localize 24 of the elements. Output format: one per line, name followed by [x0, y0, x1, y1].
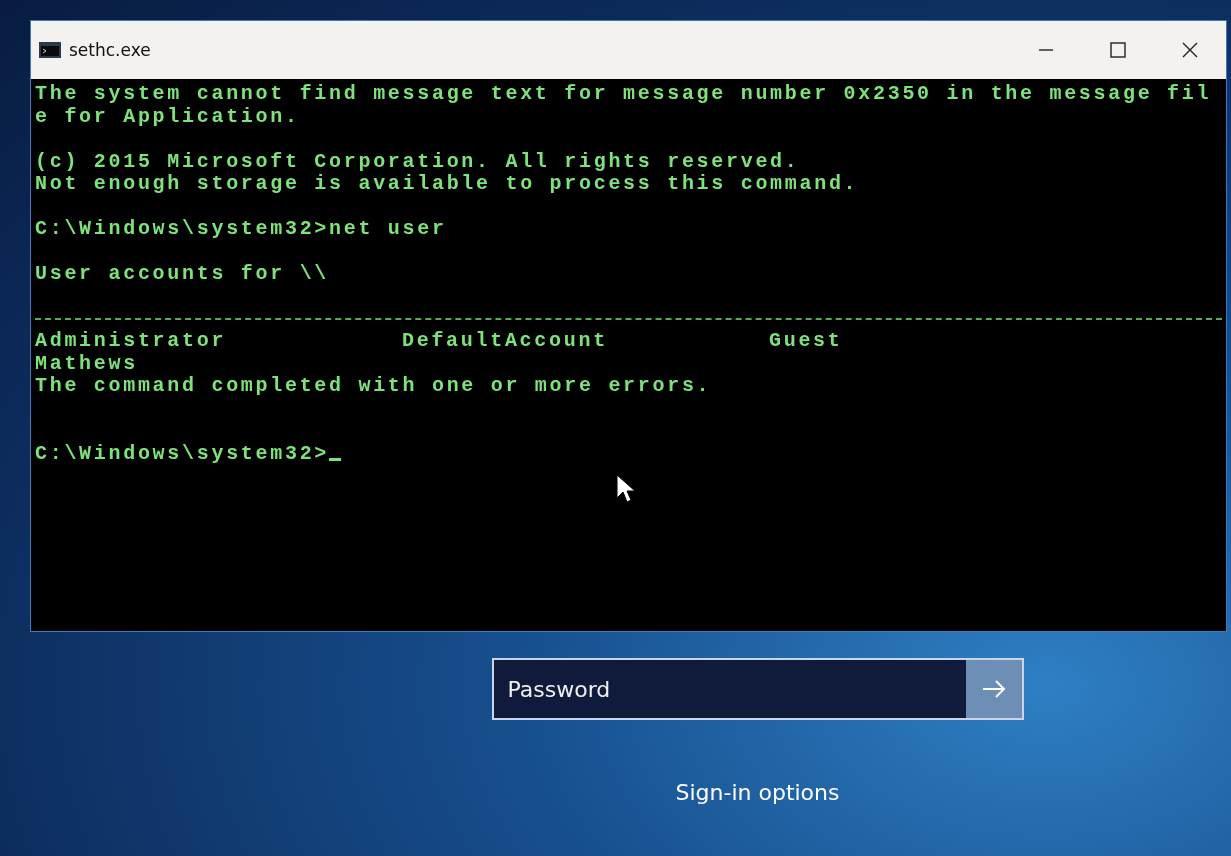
password-box[interactable]: Password	[491, 658, 1024, 720]
console-line: The command completed with one or more errors.	[35, 375, 713, 398]
account-name: Administrator	[35, 330, 228, 353]
sign-in-options-link[interactable]: Sign-in options	[675, 780, 840, 805]
mouse-pointer-icon	[616, 474, 636, 504]
console-line: Mathews	[35, 352, 139, 375]
account-name: Guest	[769, 330, 844, 353]
console-line: e for Application.	[35, 105, 301, 128]
text-cursor	[329, 458, 342, 461]
password-field[interactable]: Password	[493, 660, 966, 718]
minimize-icon	[1039, 49, 1053, 51]
console-line: User accounts for \\	[35, 263, 331, 286]
console-line: Not enough storage is available to process this command.	[35, 173, 860, 196]
console-line: C:\Windows\system32>net user	[35, 218, 448, 241]
maximize-icon	[1109, 41, 1127, 59]
submit-arrow-button[interactable]	[965, 660, 1022, 718]
window-title: sethc.exe	[69, 40, 151, 60]
account-name: DefaultAccount	[402, 330, 609, 353]
command-prompt: C:\Windows\system32>	[35, 442, 330, 465]
console-icon	[39, 42, 61, 58]
close-icon	[1181, 41, 1199, 59]
console-line: (c) 2015 Microsoft Corporation. All rights reserved.	[35, 150, 801, 173]
arrow-icon	[980, 679, 1007, 699]
console-line: The system cannot find message text for message number 0x2350 in the message fil	[35, 83, 1213, 106]
